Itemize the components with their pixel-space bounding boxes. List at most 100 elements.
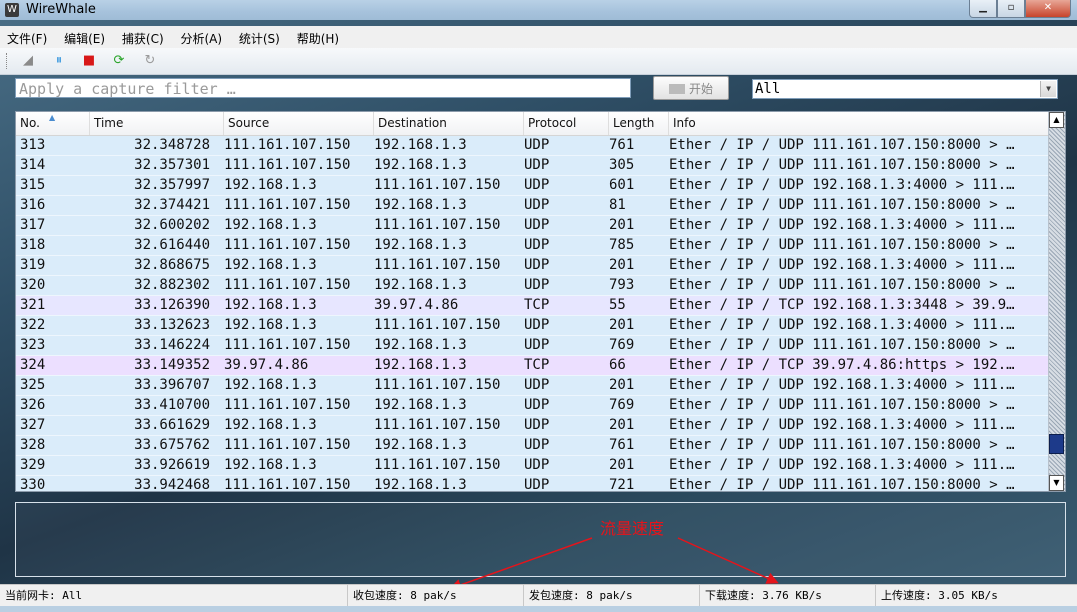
cell-time: 33.410700 xyxy=(134,397,210,413)
table-row[interactable]: 314 32.357301 111.161.107.150 192.168.1.3 UD… xyxy=(16,156,1049,176)
cell-proto: UDP xyxy=(524,197,550,213)
cell-dst: 192.168.1.3 xyxy=(374,237,467,253)
cell-proto: UDP xyxy=(524,277,550,293)
menu-statistics[interactable]: 统计(S) xyxy=(232,26,286,47)
menu-help[interactable]: 帮助(H) xyxy=(290,26,345,47)
table-row[interactable]: 321 33.126390 192.168.1.3 39.97.4.86 TCP 55 Et… xyxy=(16,296,1049,316)
column-destination[interactable]: Destination xyxy=(374,112,524,135)
cell-dst: 111.161.107.150 xyxy=(374,177,501,193)
cell-len: 201 xyxy=(609,317,635,333)
cell-time: 33.926619 xyxy=(134,457,210,473)
cell-len: 55 xyxy=(609,297,626,313)
cell-proto: UDP xyxy=(524,237,550,253)
cell-info: Ether / IP / UDP 111.161.107.150:8000 > … xyxy=(669,477,1015,492)
cell-len: 201 xyxy=(609,217,635,233)
menu-edit[interactable]: 编辑(E) xyxy=(57,26,111,47)
cell-len: 769 xyxy=(609,337,635,353)
minimize-button[interactable]: ▁ xyxy=(969,0,997,18)
cell-src: 192.168.1.3 xyxy=(224,317,317,333)
cell-len: 81 xyxy=(609,197,626,213)
scroll-down-icon[interactable]: ▼ xyxy=(1049,475,1064,491)
cell-len: 201 xyxy=(609,377,635,393)
toolbar-grip[interactable] xyxy=(6,53,10,69)
cell-info: Ether / IP / UDP 111.161.107.150:8000 > … xyxy=(669,197,1015,213)
table-row[interactable]: 316 32.374421 111.161.107.150 192.168.1.3 UD… xyxy=(16,196,1049,216)
column-source[interactable]: Source xyxy=(224,112,374,135)
pause-icon[interactable]: ⏸ xyxy=(51,53,67,69)
column-length[interactable]: Length xyxy=(609,112,669,135)
stop-icon[interactable]: ■ xyxy=(81,53,97,69)
cell-no: 325 xyxy=(20,377,46,393)
menu-file[interactable]: 文件(F) xyxy=(0,26,53,47)
cell-len: 721 xyxy=(609,477,635,492)
column-protocol[interactable]: Protocol xyxy=(524,112,609,135)
close-button[interactable]: ✕ xyxy=(1025,0,1071,18)
cell-src: 192.168.1.3 xyxy=(224,177,317,193)
cell-dst: 111.161.107.150 xyxy=(374,417,501,433)
cell-proto: UDP xyxy=(524,477,550,492)
capture-filter-input[interactable]: Apply a capture filter … xyxy=(15,78,631,98)
scroll-up-icon[interactable]: ▲ xyxy=(1049,112,1064,128)
table-row[interactable]: 317 32.600202 192.168.1.3 111.161.107.150 UD… xyxy=(16,216,1049,236)
cell-dst: 192.168.1.3 xyxy=(374,157,467,173)
cell-time: 33.146224 xyxy=(134,337,210,353)
restart-capture-icon[interactable]: ⟳ xyxy=(111,53,127,69)
column-time[interactable]: Time xyxy=(90,112,224,135)
cell-info: Ether / IP / UDP 111.161.107.150:8000 > … xyxy=(669,137,1015,153)
cell-time: 32.357301 xyxy=(134,157,210,173)
table-row[interactable]: 315 32.357997 192.168.1.3 111.161.107.150 UD… xyxy=(16,176,1049,196)
table-row[interactable]: 318 32.616440 111.161.107.150 192.168.1.3 UD… xyxy=(16,236,1049,256)
cell-proto: UDP xyxy=(524,317,550,333)
cell-proto: UDP xyxy=(524,257,550,273)
table-row[interactable]: 313 32.348728 111.161.107.150 192.168.1.3 UD… xyxy=(16,136,1049,156)
table-row[interactable]: 323 33.146224 111.161.107.150 192.168.1.3 UD… xyxy=(16,336,1049,356)
table-row[interactable]: 328 33.675762 111.161.107.150 192.168.1.3 UD… xyxy=(16,436,1049,456)
vertical-scrollbar[interactable]: ▲ ▼ xyxy=(1048,112,1065,491)
interface-select[interactable]: All ▼ xyxy=(752,79,1058,99)
cell-dst: 192.168.1.3 xyxy=(374,277,467,293)
cell-no: 329 xyxy=(20,457,46,473)
start-capture-button[interactable]: 开始 xyxy=(653,76,729,100)
table-row[interactable]: 325 33.396707 192.168.1.3 111.161.107.150 UD… xyxy=(16,376,1049,396)
cell-no: 319 xyxy=(20,257,46,273)
cell-len: 601 xyxy=(609,177,635,193)
table-row[interactable]: 322 33.132623 192.168.1.3 111.161.107.150 UD… xyxy=(16,316,1049,336)
cell-len: 201 xyxy=(609,417,635,433)
cell-info: Ether / IP / TCP 39.97.4.86:https > 192.… xyxy=(669,357,1015,373)
cell-len: 66 xyxy=(609,357,626,373)
cell-proto: UDP xyxy=(524,337,550,353)
cell-src: 192.168.1.3 xyxy=(224,217,317,233)
cell-time: 33.126390 xyxy=(134,297,210,313)
table-row[interactable]: 330 33.942468 111.161.107.150 192.168.1.3 UD… xyxy=(16,476,1049,492)
refresh-icon[interactable]: ↻ xyxy=(142,53,158,69)
scroll-thumb[interactable] xyxy=(1049,434,1064,454)
table-row[interactable]: 326 33.410700 111.161.107.150 192.168.1.3 UD… xyxy=(16,396,1049,416)
cell-proto: UDP xyxy=(524,457,550,473)
table-row[interactable]: 319 32.868675 192.168.1.3 111.161.107.150 UD… xyxy=(16,256,1049,276)
table-header: No. ▲ Time Source Destination Protocol Le… xyxy=(16,112,1049,136)
title-bar: W WireWhale ▁ ▫ ✕ xyxy=(0,0,1077,20)
table-row[interactable]: 320 32.882302 111.161.107.150 192.168.1.3 UD… xyxy=(16,276,1049,296)
cell-len: 305 xyxy=(609,157,635,173)
cell-src: 111.161.107.150 xyxy=(224,437,351,453)
menu-analyze[interactable]: 分析(A) xyxy=(173,26,228,47)
column-info[interactable]: Info xyxy=(669,112,1049,135)
window-title: WireWhale xyxy=(26,2,96,17)
chevron-down-icon[interactable]: ▼ xyxy=(1040,81,1056,97)
cell-time: 33.396707 xyxy=(134,377,210,393)
cell-dst: 111.161.107.150 xyxy=(374,257,501,273)
table-row[interactable]: 324 33.149352 39.97.4.86 192.168.1.3 TCP 66 Et… xyxy=(16,356,1049,376)
shark-fin-icon[interactable]: ◢ xyxy=(20,53,36,69)
cell-dst: 111.161.107.150 xyxy=(374,457,501,473)
cell-info: Ether / IP / UDP 111.161.107.150:8000 > … xyxy=(669,157,1015,173)
maximize-button[interactable]: ▫ xyxy=(997,0,1025,18)
cell-no: 330 xyxy=(20,477,46,492)
menu-capture[interactable]: 捕获(C) xyxy=(115,26,170,47)
table-row[interactable]: 329 33.926619 192.168.1.3 111.161.107.150 UD… xyxy=(16,456,1049,476)
cell-len: 761 xyxy=(609,137,635,153)
column-no[interactable]: No. ▲ xyxy=(16,112,90,135)
arrow-right-icon xyxy=(668,84,685,94)
cell-dst: 192.168.1.3 xyxy=(374,197,467,213)
cell-time: 33.942468 xyxy=(134,477,210,492)
table-row[interactable]: 327 33.661629 192.168.1.3 111.161.107.150 UD… xyxy=(16,416,1049,436)
